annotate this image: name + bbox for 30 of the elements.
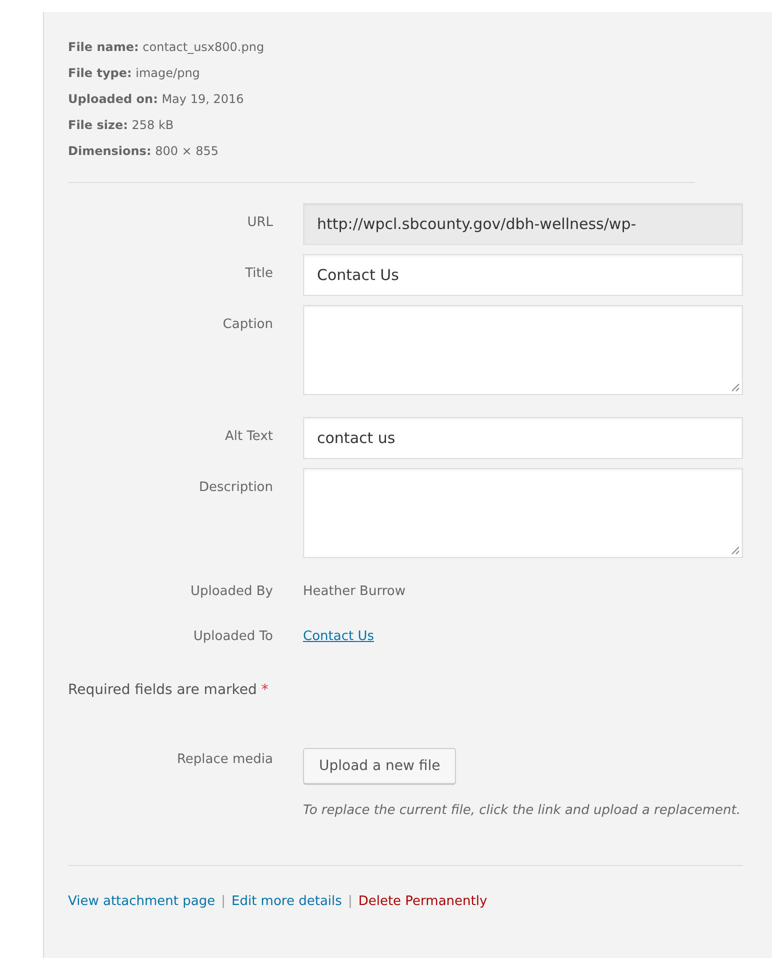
file-info-line: File type: image/png [68, 65, 201, 82]
uploader-name: Heather Burrow [303, 583, 406, 599]
input-field[interactable]: Contact Us [303, 254, 743, 296]
field-label: Alt Text [224, 428, 274, 444]
textarea-field[interactable] [303, 305, 743, 395]
field-label: Uploaded By [189, 583, 274, 599]
field-label: Caption [222, 316, 274, 332]
resize-grip-icon[interactable] [731, 383, 740, 392]
file-info-line: Dimensions: 800 × 855 [68, 143, 220, 160]
field-label: Title [244, 265, 274, 281]
field-label: Description [198, 479, 274, 495]
resize-grip-icon[interactable] [731, 546, 740, 555]
action-link[interactable]: Edit more details [232, 894, 342, 909]
field-label: URL [246, 214, 274, 230]
hint-text: To replace the current file, click the link and upload a replacement. [303, 802, 742, 820]
url-field[interactable]: http://wpcl.sbcounty.gov/dbh-wellness/wp- [303, 203, 743, 245]
action-link[interactable]: View attachment page [68, 894, 216, 909]
separator: | [221, 894, 226, 909]
file-info-line: File name: contact_usx800.png [68, 39, 266, 56]
field-label: Replace media [176, 751, 274, 767]
textarea-field[interactable] [303, 468, 743, 558]
delete-link[interactable]: Delete Permanently [358, 894, 488, 909]
field-label: Uploaded To [192, 628, 274, 644]
required-note: Required fields are marked * [68, 682, 270, 698]
file-info-line: Uploaded on: May 19, 2016 [68, 91, 245, 108]
upload-button[interactable]: Upload a new file [303, 748, 456, 784]
separator: | [348, 894, 352, 909]
uploaded-to-link[interactable]: Contact Us [303, 625, 374, 644]
input-field[interactable]: contact us [303, 417, 743, 459]
file-info-line: File size: 258 kB [68, 117, 175, 134]
